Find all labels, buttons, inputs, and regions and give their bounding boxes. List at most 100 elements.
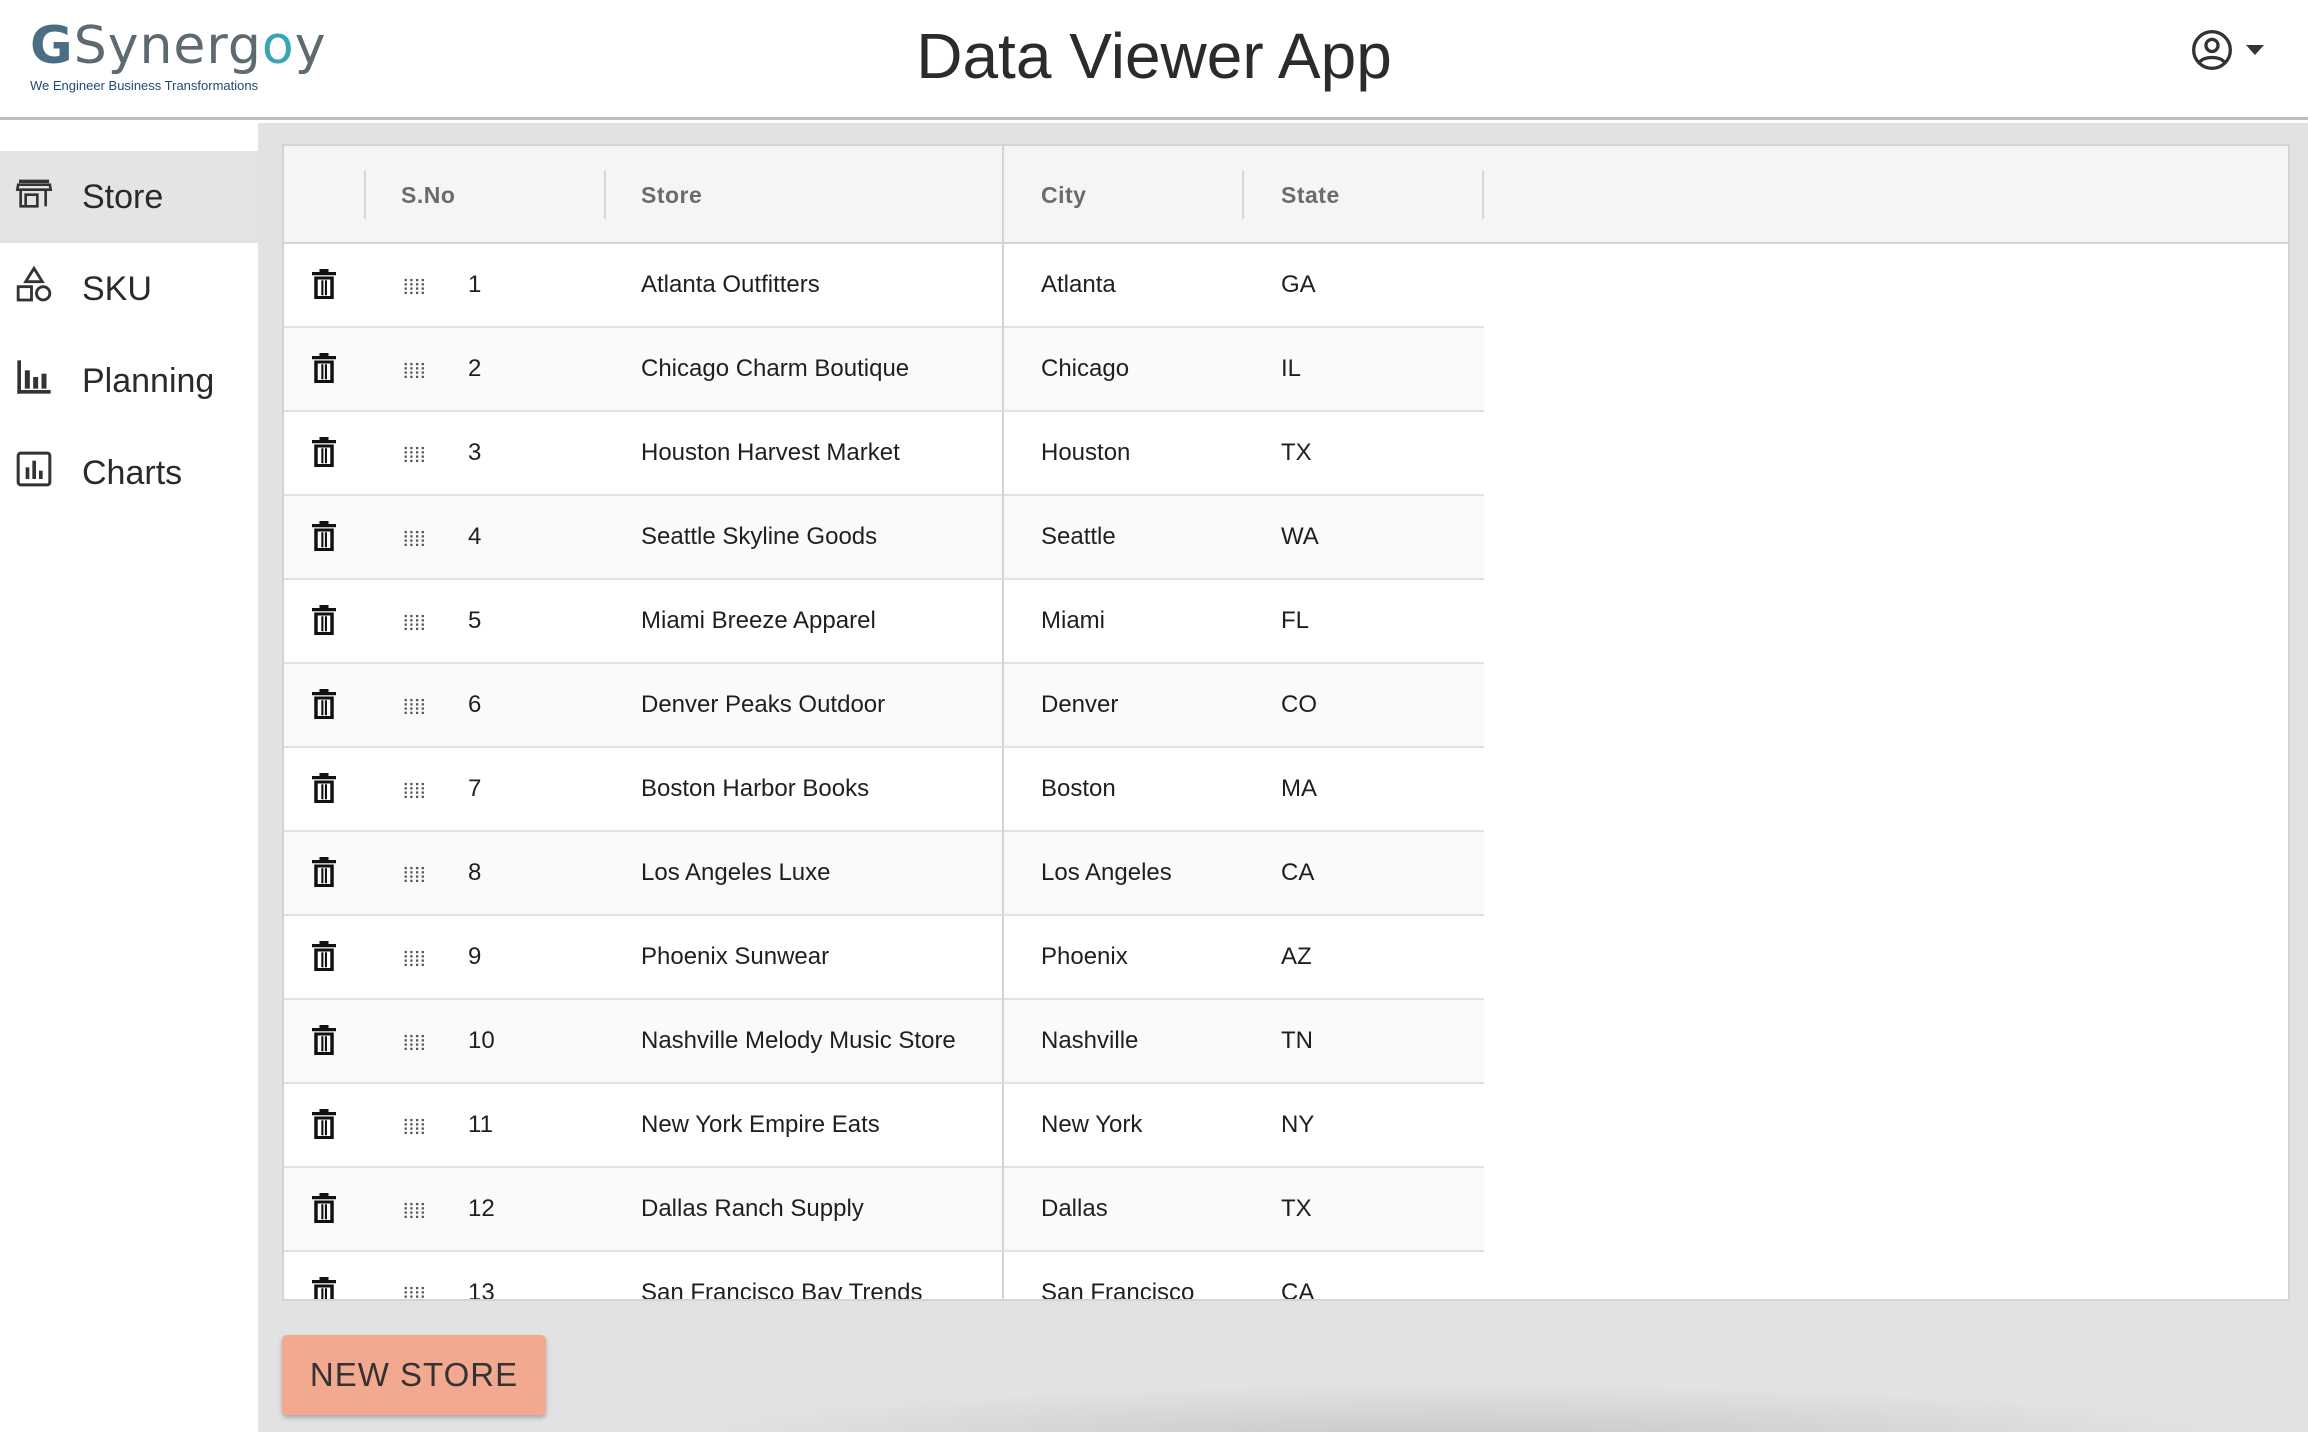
cell-state[interactable]: FL <box>1281 580 1309 662</box>
cell-city[interactable]: Chicago <box>1041 328 1129 410</box>
row-drag-handle[interactable] <box>402 1202 428 1220</box>
delete-row-button[interactable] <box>306 936 342 976</box>
cell-store[interactable]: Miami Breeze Apparel <box>641 580 876 662</box>
cell-sno[interactable]: 9 <box>468 916 481 998</box>
column-separator[interactable] <box>1242 171 1244 219</box>
cell-state[interactable]: NY <box>1281 1084 1314 1166</box>
cell-store[interactable]: Los Angeles Luxe <box>641 832 830 914</box>
gsynergy-logo[interactable]: GSynergoy We Engineer Business Transform… <box>30 18 326 98</box>
cell-sno[interactable]: 3 <box>468 412 481 494</box>
cell-city[interactable]: Boston <box>1041 748 1116 830</box>
row-drag-handle[interactable] <box>402 1286 428 1299</box>
cell-city[interactable]: Denver <box>1041 664 1118 746</box>
cell-sno[interactable]: 4 <box>468 496 481 578</box>
table-row[interactable]: 10 Nashville Melody Music Store Nashville T… <box>284 1000 1484 1084</box>
cell-sno[interactable]: 5 <box>468 580 481 662</box>
table-row[interactable]: 9 Phoenix Sunwear Phoenix AZ <box>284 916 1484 1000</box>
cell-city[interactable]: Nashville <box>1041 1000 1138 1082</box>
cell-sno[interactable]: 13 <box>468 1252 495 1299</box>
delete-row-button[interactable] <box>306 1104 342 1144</box>
table-row[interactable]: 12 Dallas Ranch Supply Dallas TX <box>284 1168 1484 1252</box>
cell-store[interactable]: Nashville Melody Music Store <box>641 1000 956 1082</box>
cell-state[interactable]: TN <box>1281 1000 1313 1082</box>
table-row[interactable]: 3 Houston Harvest Market Houston TX <box>284 412 1484 496</box>
row-drag-handle[interactable] <box>402 950 428 968</box>
delete-row-button[interactable] <box>306 1272 342 1299</box>
cell-state[interactable]: TX <box>1281 1168 1312 1250</box>
cell-state[interactable]: AZ <box>1281 916 1312 998</box>
cell-state[interactable]: TX <box>1281 412 1312 494</box>
table-row[interactable]: 6 Denver Peaks Outdoor Denver CO <box>284 664 1484 748</box>
table-row[interactable]: 4 Seattle Skyline Goods Seattle WA <box>284 496 1484 580</box>
cell-city[interactable]: Los Angeles <box>1041 832 1172 914</box>
row-drag-handle[interactable] <box>402 782 428 800</box>
cell-city[interactable]: Dallas <box>1041 1168 1108 1250</box>
column-separator[interactable] <box>604 171 606 219</box>
cell-sno[interactable]: 1 <box>468 244 481 326</box>
cell-store[interactable]: Houston Harvest Market <box>641 412 900 494</box>
cell-store[interactable]: Atlanta Outfitters <box>641 244 820 326</box>
row-drag-handle[interactable] <box>402 530 428 548</box>
table-row[interactable]: 11 New York Empire Eats New York NY <box>284 1084 1484 1168</box>
cell-sno[interactable]: 12 <box>468 1168 495 1250</box>
cell-store[interactable]: New York Empire Eats <box>641 1084 880 1166</box>
cell-store[interactable]: Phoenix Sunwear <box>641 916 829 998</box>
row-drag-handle[interactable] <box>402 1034 428 1052</box>
account-menu-button[interactable] <box>2190 28 2275 72</box>
table-row[interactable]: 8 Los Angeles Luxe Los Angeles CA <box>284 832 1484 916</box>
cell-state[interactable]: MA <box>1281 748 1317 830</box>
table-row[interactable]: 1 Atlanta Outfitters Atlanta GA <box>284 244 1484 328</box>
cell-state[interactable]: CO <box>1281 664 1317 746</box>
column-header-city[interactable]: City <box>1041 146 1086 244</box>
cell-city[interactable]: Houston <box>1041 412 1130 494</box>
column-header-sno[interactable]: S.No <box>401 146 455 244</box>
cell-sno[interactable]: 2 <box>468 328 481 410</box>
table-row[interactable]: 5 Miami Breeze Apparel Miami FL <box>284 580 1484 664</box>
column-header-state[interactable]: State <box>1281 146 1340 244</box>
delete-row-button[interactable] <box>306 264 342 304</box>
cell-sno[interactable]: 11 <box>468 1084 493 1166</box>
cell-store[interactable]: Denver Peaks Outdoor <box>641 664 885 746</box>
cell-city[interactable]: San Francisco <box>1041 1252 1194 1299</box>
sidebar-item-planning[interactable]: Planning <box>0 335 258 427</box>
column-separator[interactable] <box>364 171 366 219</box>
row-drag-handle[interactable] <box>402 446 428 464</box>
cell-state[interactable]: GA <box>1281 244 1316 326</box>
delete-row-button[interactable] <box>306 768 342 808</box>
cell-state[interactable]: CA <box>1281 832 1314 914</box>
delete-row-button[interactable] <box>306 600 342 640</box>
cell-store[interactable]: San Francisco Bay Trends <box>641 1252 922 1299</box>
sidebar-item-store[interactable]: Store <box>0 151 258 243</box>
delete-row-button[interactable] <box>306 432 342 472</box>
row-drag-handle[interactable] <box>402 278 428 296</box>
row-drag-handle[interactable] <box>402 1118 428 1136</box>
sidebar-item-sku[interactable]: SKU <box>0 243 258 335</box>
cell-store[interactable]: Chicago Charm Boutique <box>641 328 909 410</box>
column-separator[interactable] <box>1482 171 1484 219</box>
cell-city[interactable]: New York <box>1041 1084 1142 1166</box>
row-drag-handle[interactable] <box>402 698 428 716</box>
cell-sno[interactable]: 10 <box>468 1000 495 1082</box>
delete-row-button[interactable] <box>306 1188 342 1228</box>
cell-state[interactable]: WA <box>1281 496 1319 578</box>
cell-store[interactable]: Boston Harbor Books <box>641 748 869 830</box>
cell-sno[interactable]: 6 <box>468 664 481 746</box>
cell-state[interactable]: CA <box>1281 1252 1314 1299</box>
delete-row-button[interactable] <box>306 348 342 388</box>
row-drag-handle[interactable] <box>402 362 428 380</box>
sidebar-item-charts[interactable]: Charts <box>0 427 258 519</box>
column-header-store[interactable]: Store <box>641 146 702 244</box>
new-store-button[interactable]: NEW STORE <box>282 1335 546 1415</box>
cell-store[interactable]: Dallas Ranch Supply <box>641 1168 864 1250</box>
delete-row-button[interactable] <box>306 852 342 892</box>
delete-row-button[interactable] <box>306 1020 342 1060</box>
cell-city[interactable]: Atlanta <box>1041 244 1116 326</box>
table-row[interactable]: 13 San Francisco Bay Trends San Francisco C… <box>284 1252 1484 1299</box>
table-row[interactable]: 2 Chicago Charm Boutique Chicago IL <box>284 328 1484 412</box>
table-row[interactable]: 7 Boston Harbor Books Boston MA <box>284 748 1484 832</box>
cell-sno[interactable]: 7 <box>468 748 481 830</box>
delete-row-button[interactable] <box>306 684 342 724</box>
cell-state[interactable]: IL <box>1281 328 1301 410</box>
cell-city[interactable]: Phoenix <box>1041 916 1128 998</box>
row-drag-handle[interactable] <box>402 614 428 632</box>
